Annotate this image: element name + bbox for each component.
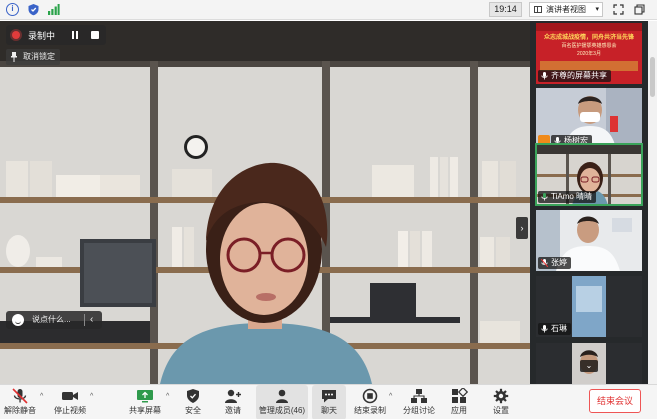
chevron-up-icon[interactable]: ^	[166, 393, 169, 400]
emoji-icon[interactable]	[12, 314, 24, 326]
chat-button[interactable]: 聊天	[312, 385, 346, 419]
breakout-rooms-label: 分组讨论	[403, 406, 435, 415]
participant-tile-active[interactable]: TiAmo 晴晴	[535, 143, 643, 206]
participant-name-tag: 石琳	[538, 323, 571, 335]
share-screen-button[interactable]: 共享屏幕	[124, 385, 166, 419]
settings-button[interactable]: 设置	[486, 385, 516, 419]
unpin-video-button[interactable]: 取消锁定	[6, 49, 60, 65]
microphone-muted-icon	[12, 388, 28, 404]
unpin-label: 取消锁定	[23, 52, 55, 61]
end-recording-button[interactable]: 结束录制	[352, 385, 388, 419]
share-screen-label: 共享屏幕	[129, 406, 161, 415]
recording-dot-icon	[12, 31, 20, 39]
share-title: 众志成城战疫情，同舟共济当先锋	[543, 35, 634, 41]
shield-icon	[187, 389, 199, 403]
microphone-icon	[541, 193, 548, 201]
microphone-icon	[541, 72, 548, 80]
pin-icon	[11, 52, 17, 62]
view-mode-dropdown[interactable]: 演讲者视图 ▾	[529, 2, 603, 17]
participant-name-tag: 齐尊的屏幕共享	[538, 70, 611, 82]
manage-participants-button[interactable]: 管理成员(46)	[256, 385, 308, 419]
chat-label: 聊天	[321, 406, 337, 415]
status-bar: i 19:14 演讲者视图 ▾	[0, 0, 657, 20]
stop-video-button[interactable]: 停止视频	[52, 385, 88, 419]
end-recording-label: 结束录制	[354, 406, 386, 415]
unmute-label: 解除静音	[4, 406, 36, 415]
apps-label: 应用	[451, 406, 467, 415]
restore-window-icon[interactable]	[634, 4, 645, 15]
quick-chat-input[interactable]: 说点什么... ‹	[6, 311, 102, 329]
pause-recording-button[interactable]	[66, 27, 84, 43]
view-mode-label: 演讲者视图	[546, 5, 586, 14]
stop-video-label: 停止视频	[54, 406, 86, 415]
breakout-rooms-button[interactable]: 分组讨论	[400, 385, 438, 419]
end-meeting-button[interactable]: 结束会议	[589, 389, 641, 413]
apps-icon	[452, 388, 468, 403]
divider	[84, 314, 85, 326]
unmute-button[interactable]: 解除静音	[2, 385, 38, 419]
participant-name: 齐尊的屏幕共享	[551, 71, 607, 80]
stop-recording-icon	[362, 388, 378, 404]
microphone-muted-icon	[541, 259, 548, 267]
speaker-video-feed	[0, 21, 530, 384]
participant-tile[interactable]: ⌄	[536, 343, 642, 384]
panel-scrollbar[interactable]	[648, 21, 657, 384]
invite-label: 邀请	[225, 406, 241, 415]
scrollbar-thumb[interactable]	[650, 57, 655, 97]
participants-icon	[276, 389, 288, 403]
participant-tile[interactable]: 张婷	[536, 210, 642, 271]
manage-participants-label: 管理成员(46)	[258, 406, 306, 415]
share-subtitle: 百名医护援鄂英雄感恩会	[561, 43, 617, 49]
main-video[interactable]: 录制中 取消锁定 说点什么... ‹ ›	[0, 21, 530, 384]
chevron-up-icon[interactable]: ^	[389, 393, 392, 400]
recording-indicator: 录制中	[6, 25, 106, 45]
fullscreen-icon[interactable]	[613, 4, 624, 15]
shield-icon[interactable]	[27, 3, 40, 16]
chevron-up-icon[interactable]: ^	[40, 393, 43, 400]
participant-panel: 众志成城战疫情，同舟共济当先锋 百名医护援鄂英雄感恩会 2020年3月 齐尊的屏…	[530, 21, 648, 384]
chat-placeholder: 说点什么...	[32, 315, 71, 324]
security-label: 安全	[185, 406, 201, 415]
chevron-left-icon[interactable]: ‹	[90, 311, 93, 329]
collapse-panel-button[interactable]: ›	[516, 217, 528, 239]
chevron-down-icon: ▾	[595, 6, 599, 13]
participant-name: 张婷	[551, 258, 567, 267]
view-grid-icon	[534, 6, 542, 13]
share-screen-icon	[137, 390, 153, 403]
invite-button[interactable]: 邀请	[218, 385, 248, 419]
participant-name: TiAmo 晴晴	[551, 192, 593, 201]
chat-icon	[322, 390, 336, 403]
video-camera-icon	[62, 392, 78, 400]
participant-tile[interactable]: 杨树宏	[536, 88, 642, 149]
participant-tile[interactable]: 石琳	[536, 276, 642, 337]
scroll-down-button[interactable]: ⌄	[580, 360, 598, 372]
settings-label: 设置	[493, 406, 509, 415]
participant-name-tag: 张婷	[538, 257, 571, 269]
breakout-rooms-icon	[411, 389, 427, 403]
chevron-up-icon[interactable]: ^	[90, 393, 93, 400]
share-date: 2020年3月	[577, 51, 601, 57]
apps-button[interactable]: 应用	[444, 385, 474, 419]
recording-label: 录制中	[28, 31, 56, 41]
gear-icon	[493, 388, 509, 404]
participant-name-tag: TiAmo 晴晴	[538, 191, 597, 203]
participant-name: 石琳	[551, 324, 567, 333]
add-user-icon	[225, 389, 241, 403]
meeting-toolbar: 解除静音 ^ 停止视频 ^ 共享屏幕 ^ 安全 邀请 管理成员(46) 聊天 结…	[0, 384, 657, 419]
security-button[interactable]: 安全	[178, 385, 208, 419]
microphone-icon	[541, 325, 548, 333]
meeting-clock: 19:14	[489, 2, 522, 17]
signal-icon[interactable]	[47, 3, 60, 16]
stop-recording-button[interactable]	[86, 27, 104, 43]
info-icon[interactable]: i	[6, 3, 19, 16]
participant-tile[interactable]: 众志成城战疫情，同舟共济当先锋 百名医护援鄂英雄感恩会 2020年3月 齐尊的屏…	[536, 23, 642, 84]
